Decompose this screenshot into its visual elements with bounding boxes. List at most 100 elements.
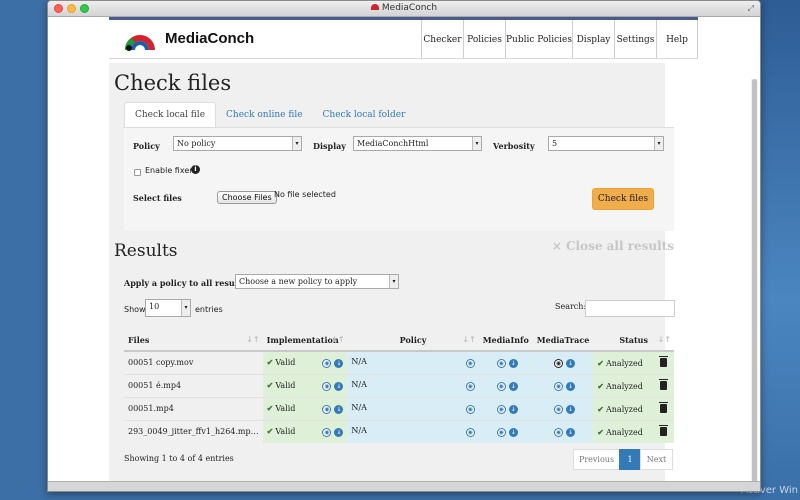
policy-result: N/A	[351, 357, 367, 367]
pagination-previous[interactable]: Previous	[573, 449, 620, 470]
table-row: 00051 é.mp4 ✔ Valid ◉ ↓ N/A ◉ ◉ ↓ ◉ ↓ ✔ Analyze…	[124, 373, 674, 397]
download-icon[interactable]: ↓	[334, 359, 344, 369]
download-icon[interactable]: ↓	[566, 428, 576, 438]
download-icon[interactable]: ↓	[508, 405, 518, 414]
eye-icon[interactable]: ◉	[496, 428, 506, 438]
entries-per-page-value: 10	[149, 302, 160, 311]
eye-icon[interactable]: ◉	[554, 428, 564, 438]
pagination-page-current[interactable]: 1	[619, 449, 641, 470]
check-files-button[interactable]: Check files	[592, 188, 654, 210]
check-form: Policy No policy ▾ Display MediaConchHtm…	[124, 127, 674, 231]
mediaconch-logo	[125, 35, 155, 51]
showing-entries-text: Showing 1 to 4 of 4 entries	[124, 454, 234, 463]
file-name-cell: 00051.mp4	[124, 396, 263, 420]
download-icon[interactable]: ↓	[334, 382, 344, 391]
download-icon[interactable]: ↓	[334, 405, 344, 414]
download-icon[interactable]: ↓	[508, 359, 518, 369]
eye-icon[interactable]: ◉	[496, 405, 506, 414]
trash-icon[interactable]	[659, 424, 668, 436]
tab-check-local-file[interactable]: Check local file	[124, 102, 217, 127]
policy-label: Policy	[133, 141, 160, 151]
checkmark-icon: ✔	[266, 426, 274, 437]
nav-settings[interactable]: Settings	[614, 20, 656, 59]
scrollbar-thumb[interactable]	[752, 79, 757, 491]
eye-icon[interactable]: ◉	[554, 382, 564, 391]
choose-files-button[interactable]: Choose Files	[217, 191, 277, 204]
column-implementation[interactable]: Implementation ↓↑	[262, 329, 348, 352]
tab-check-local-folder[interactable]: Check local folder	[313, 102, 416, 127]
eye-icon[interactable]: ◉	[465, 428, 475, 438]
status-text: Analyzed	[606, 358, 643, 368]
apply-policy-select[interactable]: Choose a new policy to apply ▾	[235, 274, 399, 289]
nav-public-policies[interactable]: Public Policies	[505, 20, 572, 59]
table-row: 00051.mp4 ✔ Valid ◉ ↓ N/A ◉ ◉ ↓ ◉ ↓ ✔ Analyzed	[124, 396, 674, 420]
trash-icon[interactable]	[659, 378, 668, 390]
column-status[interactable]: Status ↓↑	[593, 329, 674, 352]
column-files[interactable]: Files ↓↑	[124, 329, 263, 352]
policy-select[interactable]: No policy ▾	[173, 136, 302, 151]
eye-icon[interactable]: ◉	[465, 405, 475, 414]
fullscreen-icon[interactable]: ⤢	[748, 4, 754, 14]
eye-icon[interactable]: ◉	[465, 382, 475, 391]
implementation-status: Valid	[275, 358, 296, 368]
download-icon[interactable]: ↓	[566, 359, 576, 369]
nav-display[interactable]: Display	[572, 20, 614, 59]
nav-checker[interactable]: Checker	[421, 20, 463, 59]
nav-help[interactable]: Help	[656, 20, 698, 59]
file-name-cell: 293_0049_jitter_ffv1_h264.mp…	[124, 419, 263, 443]
display-select-value: MediaConchHtml	[357, 139, 429, 148]
eye-icon[interactable]: ◉	[465, 359, 475, 369]
chevron-down-icon: ▾	[292, 137, 301, 150]
search-input[interactable]	[585, 300, 675, 317]
file-name-cell: 00051 é.mp4	[124, 373, 263, 397]
nav-policies[interactable]: Policies	[463, 20, 505, 59]
checkmark-icon: ✔	[266, 357, 274, 368]
download-icon[interactable]: ↓	[334, 428, 344, 438]
display-select[interactable]: MediaConchHtml ▾	[353, 136, 482, 151]
policy-result: N/A	[351, 380, 367, 389]
policy-cell: N/A ◉	[347, 373, 479, 397]
enable-fixer-checkbox[interactable]	[134, 169, 141, 176]
policy-result: N/A	[351, 403, 367, 412]
mediatrace-cell: ◉ ↓	[532, 396, 594, 420]
desktop-background	[758, 0, 800, 500]
implementation-cell: ✔ Valid ◉ ↓	[262, 350, 348, 374]
pagination-next[interactable]: Next	[640, 449, 673, 470]
close-all-results-button[interactable]: × Close all results	[552, 239, 674, 253]
sort-icon: ↓↑	[330, 335, 345, 344]
trash-icon[interactable]	[659, 401, 668, 413]
page-scrollbar[interactable]	[751, 79, 758, 491]
column-mediainfo: MediaInfo	[478, 329, 533, 352]
entries-per-page-select[interactable]: 10 ▾	[145, 299, 191, 317]
trash-icon[interactable]	[659, 355, 668, 367]
policy-cell: N/A ◉	[347, 350, 479, 374]
column-policy[interactable]: Policy ↓↑	[347, 329, 479, 352]
implementation-status: Valid	[275, 427, 296, 437]
select-files-label: Select files	[133, 193, 182, 203]
chevron-down-icon: ▾	[654, 137, 663, 150]
verbosity-select[interactable]: 5 ▾	[548, 136, 664, 151]
column-files-label: Files	[128, 334, 150, 345]
tab-check-online-file[interactable]: Check online file	[216, 102, 313, 127]
display-label: Display	[313, 141, 346, 151]
download-icon[interactable]: ↓	[508, 382, 518, 391]
eye-icon[interactable]: ◉	[554, 405, 564, 414]
info-icon[interactable]: i	[191, 165, 200, 174]
eye-icon[interactable]: ◉	[322, 359, 332, 369]
check-tabs: Check local file Check online file Check…	[124, 102, 415, 127]
mediatrace-cell: ◉ ↓	[532, 373, 594, 397]
column-status-label: Status	[619, 334, 648, 345]
policy-result: N/A	[351, 426, 367, 436]
eye-icon[interactable]: ◉	[496, 359, 506, 369]
download-icon[interactable]: ↓	[566, 382, 576, 391]
download-icon[interactable]: ↓	[508, 428, 518, 438]
eye-icon[interactable]: ◉	[496, 382, 506, 391]
eye-icon[interactable]: ◉	[322, 428, 332, 438]
eye-icon[interactable]: ◉	[322, 405, 332, 414]
eye-icon[interactable]: ◉	[554, 359, 564, 369]
download-icon[interactable]: ↓	[566, 405, 576, 414]
column-policy-label: Policy	[399, 334, 427, 345]
eye-icon[interactable]: ◉	[322, 382, 332, 391]
results-table: Files ↓↑ Implementation ↓↑ Policy ↓↑ MediaI…	[124, 329, 674, 443]
policy-select-value: No policy	[177, 139, 216, 148]
